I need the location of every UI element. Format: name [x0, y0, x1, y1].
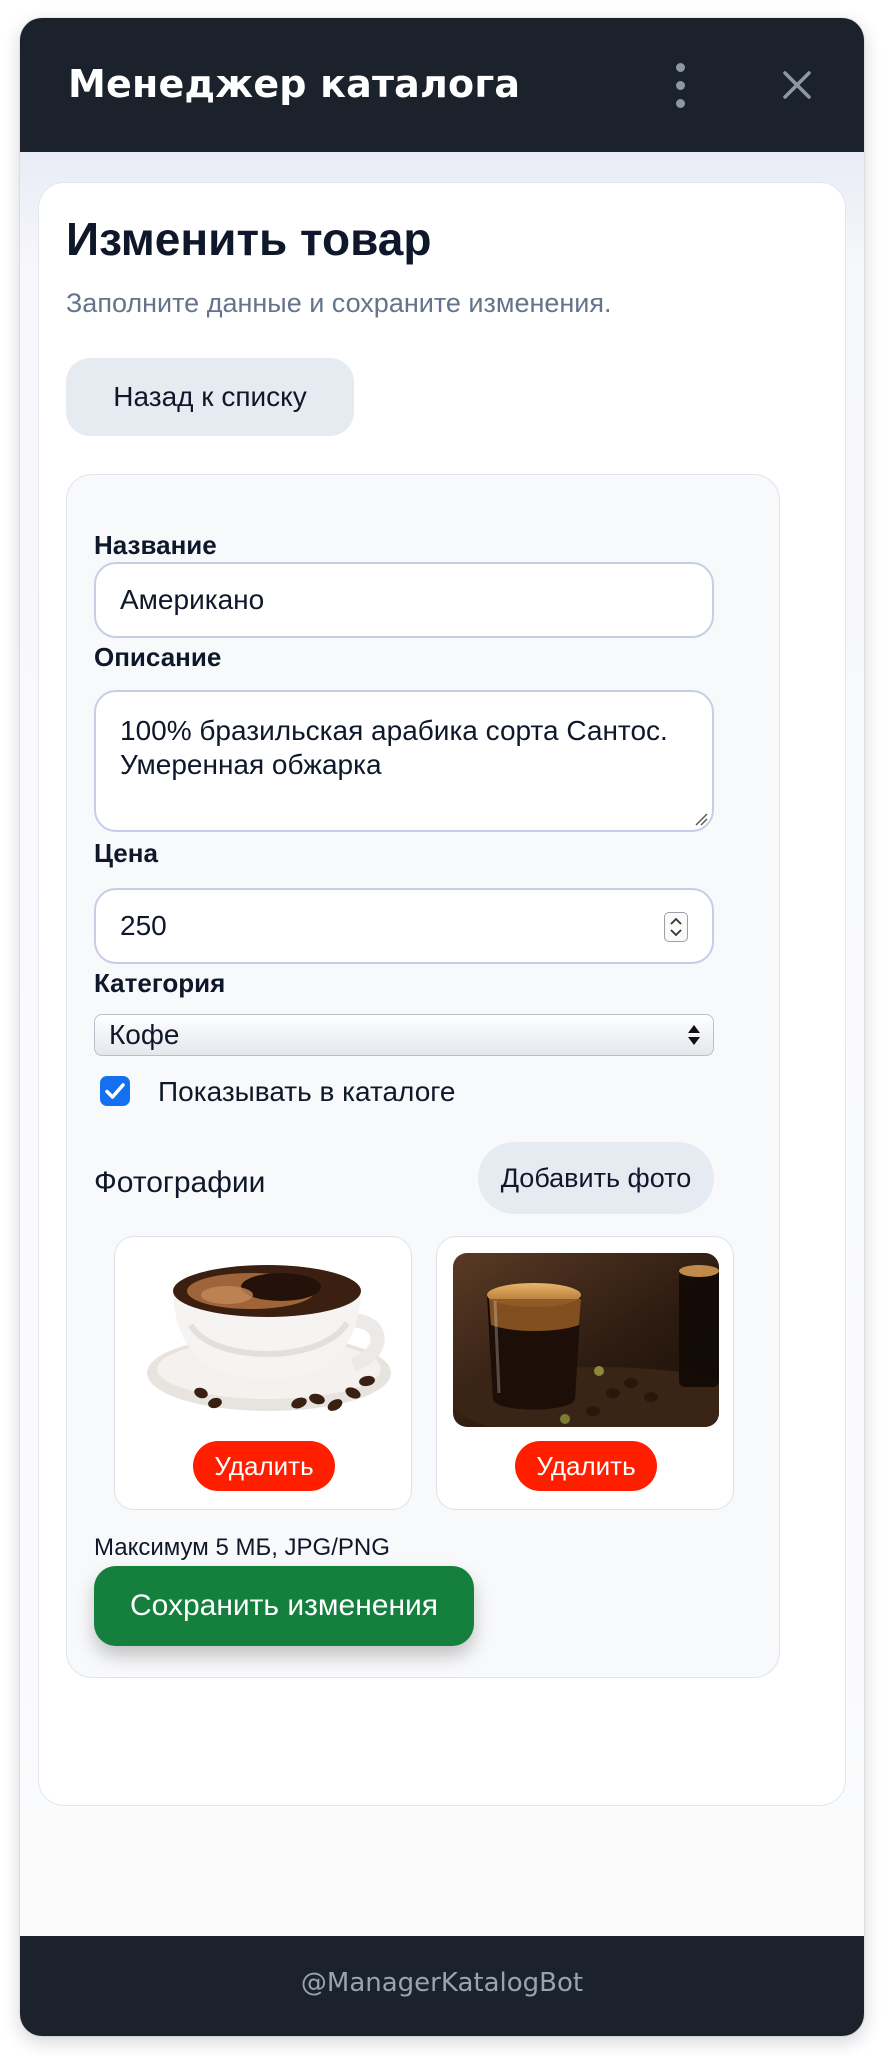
- checkmark-icon: [105, 1083, 125, 1099]
- footer-bar: @ManagerKatalogBot: [20, 1936, 864, 2036]
- upload-hint: Максимум 5 МБ, JPG/PNG: [94, 1534, 390, 1561]
- title-bar: Менеджер каталога: [20, 18, 864, 152]
- price-input[interactable]: 250: [94, 888, 714, 964]
- photos-heading: Фотографии: [94, 1166, 266, 1199]
- category-selected-value: Кофе: [109, 1019, 180, 1050]
- espresso-glass-photo: [453, 1253, 719, 1427]
- page-subtitle: Заполните данные и сохраните изменения.: [66, 288, 612, 318]
- description-label: Описание: [94, 642, 222, 672]
- price-value: 250: [120, 910, 167, 941]
- description-textarea[interactable]: 100% бразильская арабика сорта Сантос. У…: [94, 690, 714, 832]
- page-title: Изменить товар: [66, 213, 432, 265]
- description-text: 100% бразильская арабика сорта Сантос. У…: [120, 715, 668, 780]
- add-photo-button[interactable]: Добавить фото: [478, 1142, 714, 1214]
- app-title: Менеджер каталога: [68, 62, 521, 106]
- price-stepper-icon[interactable]: [664, 912, 688, 942]
- name-label: Название: [94, 530, 217, 560]
- delete-photo-button[interactable]: Удалить: [515, 1441, 657, 1491]
- name-input[interactable]: Американо: [94, 562, 714, 638]
- category-select[interactable]: Кофе: [94, 1014, 714, 1056]
- show-in-catalog-checkbox[interactable]: [100, 1076, 130, 1106]
- bot-username: @ManagerKatalogBot: [300, 1968, 584, 1998]
- back-to-list-button[interactable]: Назад к списку: [66, 358, 354, 436]
- show-in-catalog-label[interactable]: Показывать в каталоге: [158, 1076, 455, 1108]
- photo-card: Удалить: [436, 1236, 734, 1510]
- select-arrows-icon: [688, 1025, 700, 1045]
- coffee-cup-photo: [131, 1253, 397, 1427]
- delete-photo-button[interactable]: Удалить: [193, 1441, 335, 1491]
- category-label: Категория: [94, 968, 226, 998]
- save-changes-button[interactable]: Сохранить изменения: [94, 1566, 474, 1646]
- resize-grip-icon[interactable]: [694, 812, 708, 826]
- close-icon[interactable]: [780, 68, 814, 102]
- more-options-icon[interactable]: [668, 63, 692, 109]
- photo-card: Удалить: [114, 1236, 412, 1510]
- price-label: Цена: [94, 838, 158, 868]
